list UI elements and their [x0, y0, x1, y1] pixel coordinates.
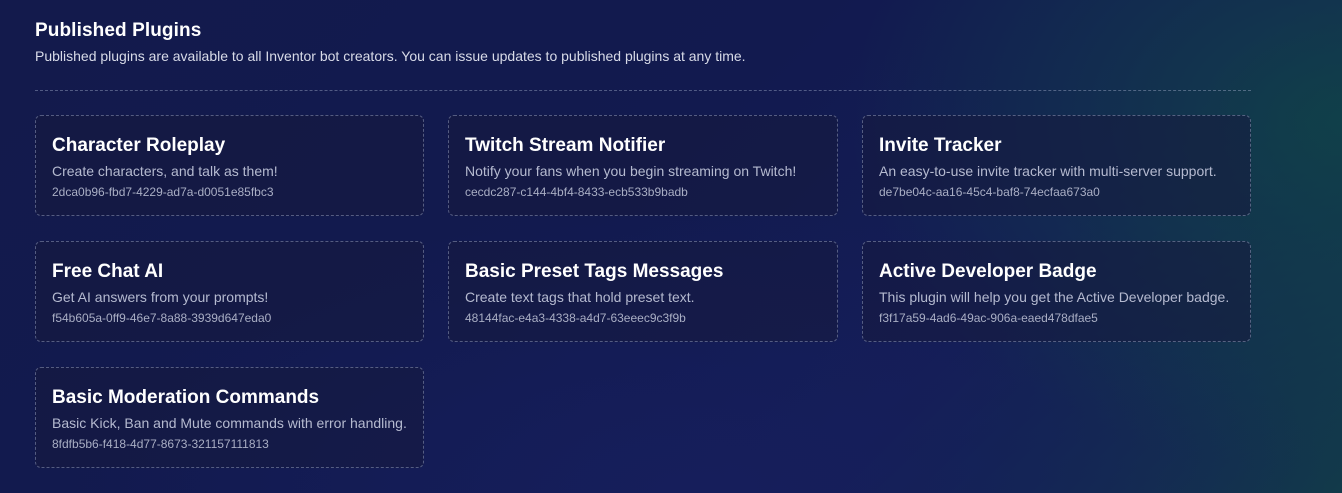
plugin-card-invite-tracker[interactable]: Invite Tracker An easy-to-use invite tra…	[862, 115, 1251, 216]
plugin-card-basic-preset-tags-messages[interactable]: Basic Preset Tags Messages Create text t…	[448, 241, 838, 342]
plugin-description: Get AI answers from your prompts!	[52, 289, 269, 305]
plugin-card-character-roleplay[interactable]: Character Roleplay Create characters, an…	[35, 115, 424, 216]
plugin-id: 8fdfb5b6-f418-4d77-8673-321157111813	[52, 437, 269, 451]
plugin-title: Invite Tracker	[879, 135, 1002, 156]
plugin-id: 48144fac-e4a3-4338-a4d7-63eeec9c3f9b	[465, 311, 686, 325]
plugin-description: Notify your fans when you begin streamin…	[465, 163, 797, 179]
plugin-id: 2dca0b96-fbd7-4229-ad7a-d0051e85fbc3	[52, 185, 274, 199]
plugin-grid: Character Roleplay Create characters, an…	[35, 115, 1251, 468]
plugin-title: Free Chat AI	[52, 261, 164, 282]
page-title: Published Plugins	[35, 20, 202, 41]
plugin-description: An easy-to-use invite tracker with multi…	[879, 163, 1217, 179]
plugin-card-twitch-stream-notifier[interactable]: Twitch Stream Notifier Notify your fans …	[448, 115, 838, 216]
plugin-title: Basic Moderation Commands	[52, 387, 320, 408]
plugin-id: f54b605a-0ff9-46e7-8a88-3939d647eda0	[52, 311, 272, 325]
plugin-description: Create text tags that hold preset text.	[465, 289, 695, 305]
plugin-id: f3f17a59-4ad6-49ac-906a-eaed478dfae5	[879, 311, 1098, 325]
plugin-card-basic-moderation-commands[interactable]: Basic Moderation Commands Basic Kick, Ba…	[35, 367, 424, 468]
plugin-title: Character Roleplay	[52, 135, 226, 156]
plugin-description: This plugin will help you get the Active…	[879, 289, 1230, 305]
section-divider	[35, 90, 1251, 91]
page-description: Published plugins are available to all I…	[35, 48, 746, 64]
plugin-card-free-chat-ai[interactable]: Free Chat AI Get AI answers from your pr…	[35, 241, 424, 342]
plugin-title: Twitch Stream Notifier	[465, 135, 666, 156]
plugin-description: Basic Kick, Ban and Mute commands with e…	[52, 415, 407, 431]
published-plugins-section: Published Plugins Published plugins are …	[35, 18, 1251, 468]
plugin-description: Create characters, and talk as them!	[52, 163, 278, 179]
plugin-card-active-developer-badge[interactable]: Active Developer Badge This plugin will …	[862, 241, 1251, 342]
plugin-id: de7be04c-aa16-45c4-baf8-74ecfaa673a0	[879, 185, 1100, 199]
plugin-id: cecdc287-c144-4bf4-8433-ecb533b9badb	[465, 185, 688, 199]
plugin-title: Basic Preset Tags Messages	[465, 261, 724, 282]
plugin-title: Active Developer Badge	[879, 261, 1097, 282]
